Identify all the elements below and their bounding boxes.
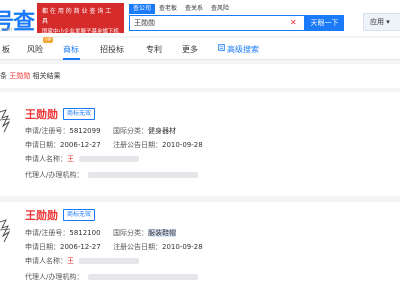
redacted-text xyxy=(87,172,198,178)
search-tabs: 查公司 查老板 查关系 查风险 xyxy=(129,4,344,14)
intl-class-row: 国际分类：服装鞋帽 xyxy=(113,228,176,238)
agent-label: 代理人/办理机构： xyxy=(25,273,84,281)
redacted-text xyxy=(79,156,140,162)
search-button[interactable]: 天眼一下 xyxy=(305,15,344,31)
intl-class-value: 健身器材 xyxy=(148,127,176,135)
apply-date-row: 申请日期：2006-12-27 xyxy=(25,140,101,150)
apply-date-value: 2006-12-27 xyxy=(60,141,101,149)
redacted-text xyxy=(87,274,198,280)
trademark-card[interactable]: 王勋勋 商标无效 申请/注册号：5812100 国际分类：服装鞋帽 申请日期：2… xyxy=(0,202,400,300)
filter-icon xyxy=(218,44,225,51)
search-area: 查公司 查老板 查关系 查风险 天眼一下 ✕ xyxy=(129,4,344,31)
top-header: 号查 .com 都 在 用 的 商 业 查 询 工 具 国家中小企业发展子基金旗… xyxy=(0,0,400,45)
registration-number-label: 申请/注册号： xyxy=(25,127,70,135)
applicant-row: 申请人名称：王 xyxy=(25,256,140,266)
banner-line1: 都 在 用 的 商 业 查 询 工 具 xyxy=(42,8,112,25)
nav-item-advanced-search[interactable]: 高级搜索 xyxy=(227,44,259,55)
agent-row: 代理人/办理机构： xyxy=(25,272,198,282)
active-tab-underline xyxy=(63,58,80,60)
applicant-label: 申请人名称： xyxy=(25,257,67,265)
applicant-value[interactable]: 王 xyxy=(67,155,74,163)
registration-number-label: 申请/注册号： xyxy=(25,229,70,237)
status-badge: 商标无效 xyxy=(63,209,96,221)
trademark-signature-image[interactable] xyxy=(0,216,14,246)
search-tab-boss[interactable]: 查老板 xyxy=(155,4,181,14)
nav-item-risk[interactable]: 风险 xyxy=(27,44,43,55)
trademark-name[interactable]: 王勋勋 xyxy=(25,106,58,122)
redacted-text xyxy=(79,258,140,264)
category-nav: 板 风险 商标 招投标 专利 更多 高级搜索 xyxy=(0,38,400,60)
results-suffix: 相关结果 xyxy=(32,72,61,80)
results-summary: 条 王勋勋 相关结果 xyxy=(0,64,400,88)
registration-number-value: 5812100 xyxy=(69,229,101,237)
agent-label: 代理人/办理机构： xyxy=(25,171,84,179)
notice-date-row: 注册公告日期：2010-09-28 xyxy=(113,140,203,150)
notice-date-value: 2010-09-28 xyxy=(162,141,203,149)
app-menu-button[interactable]: 应用 ▾ xyxy=(363,13,400,31)
applicant-value[interactable]: 王 xyxy=(67,257,74,265)
intl-class-label: 国际分类： xyxy=(113,229,148,237)
intl-class-row: 国际分类：健身器材 xyxy=(113,126,176,136)
notice-date-row: 注册公告日期：2010-09-28 xyxy=(113,242,203,252)
notice-date-label: 注册公告日期： xyxy=(113,243,162,251)
applicant-label: 申请人名称： xyxy=(25,155,67,163)
apply-date-label: 申请日期： xyxy=(25,141,60,149)
applicant-row: 申请人名称：王 xyxy=(25,154,140,164)
search-tab-risk[interactable]: 查风险 xyxy=(207,4,233,14)
nav-item-bidding[interactable]: 招投标 xyxy=(100,44,124,55)
trademark-signature-image[interactable] xyxy=(0,106,14,136)
search-tab-relation[interactable]: 查关系 xyxy=(181,4,207,14)
trademark-card[interactable]: 王勋勋 商标无效 申请/注册号：5812099 国际分类：健身器材 申请日期：2… xyxy=(0,92,400,196)
nav-item-patent[interactable]: 专利 xyxy=(146,44,162,55)
nav-item-more[interactable]: 更多 xyxy=(182,44,198,55)
results-keyword: 王勋勋 xyxy=(9,72,31,80)
apply-date-label: 申请日期： xyxy=(25,243,60,251)
status-badge: 商标无效 xyxy=(63,108,96,120)
registration-number-row: 申请/注册号：5812099 xyxy=(25,126,101,136)
search-input[interactable] xyxy=(129,15,305,31)
apply-date-value: 2006-12-27 xyxy=(60,243,101,251)
notice-date-value: 2010-09-28 xyxy=(162,243,203,251)
apply-date-row: 申请日期：2006-12-27 xyxy=(25,242,101,252)
results-prefix: 条 xyxy=(0,72,7,80)
intl-class-label: 国际分类： xyxy=(113,127,148,135)
registration-number-row: 申请/注册号：5812100 xyxy=(25,228,101,238)
agent-row: 代理人/办理机构： xyxy=(25,170,198,180)
vip-badge: VIP xyxy=(43,37,54,43)
nav-item-trademark[interactable]: 商标 xyxy=(63,44,79,55)
promo-banner[interactable]: 都 在 用 的 商 业 查 询 工 具 国家中小企业发展子基金旗下机构 xyxy=(37,3,124,45)
nav-item-board[interactable]: 板 xyxy=(2,44,10,55)
logo-domain: .com xyxy=(0,27,13,33)
search-tab-company[interactable]: 查公司 xyxy=(129,4,156,14)
notice-date-label: 注册公告日期： xyxy=(113,141,162,149)
trademark-name[interactable]: 王勋勋 xyxy=(25,207,58,223)
registration-number-value: 5812099 xyxy=(69,127,101,135)
intl-class-value: 服装鞋帽 xyxy=(148,229,176,237)
search-row: 天眼一下 xyxy=(129,15,344,31)
clear-icon[interactable]: ✕ xyxy=(290,18,297,28)
